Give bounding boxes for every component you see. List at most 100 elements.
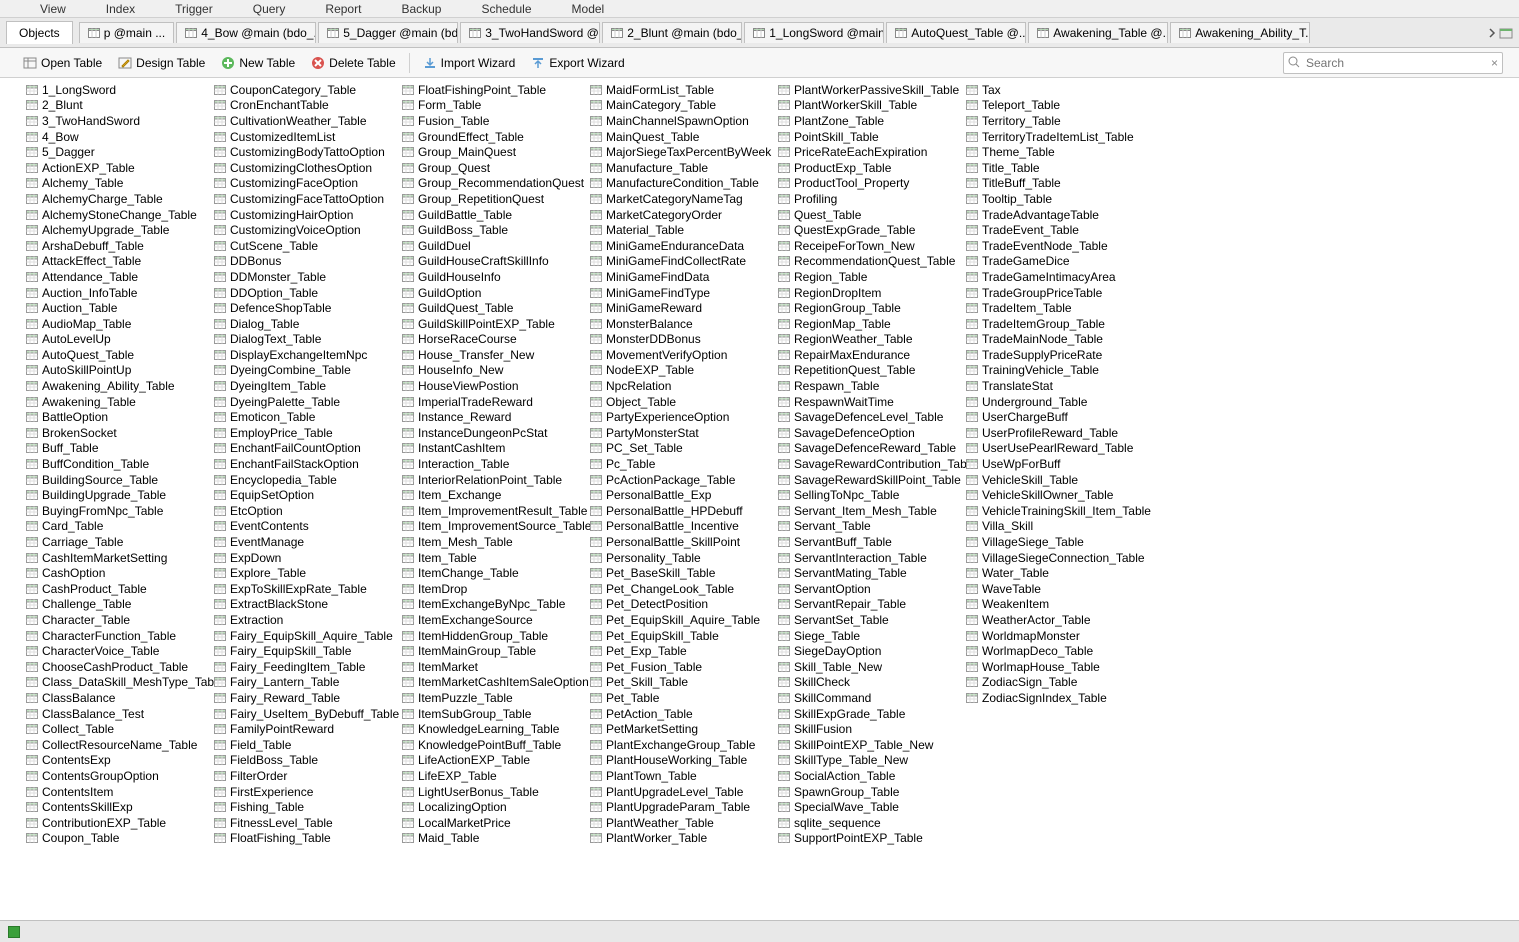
table-item[interactable]: CustomizingFaceOption [212,176,400,192]
table-item[interactable]: 2_Blunt [24,98,212,114]
table-item[interactable]: ContentsExp [24,753,212,769]
table-item[interactable]: TradeMainNode_Table [964,332,1152,348]
table-item[interactable]: ServantInteraction_Table [776,550,964,566]
table-item[interactable]: GuildHouseInfo [400,269,588,285]
table-item[interactable]: PersonalBattle_HPDebuff [588,503,776,519]
table-item[interactable]: CultivationWeather_Table [212,113,400,129]
table-item[interactable]: MainChannelSpawnOption [588,113,776,129]
table-item[interactable]: WorldmapMonster [964,628,1152,644]
table-item[interactable]: CollectResourceName_Table [24,737,212,753]
table-item[interactable]: QuestExpGrade_Table [776,222,964,238]
table-item[interactable]: TradeEventNode_Table [964,238,1152,254]
table-item[interactable]: PartyExperienceOption [588,409,776,425]
table-item[interactable]: Interaction_Table [400,456,588,472]
table-item[interactable]: Villa_Skill [964,519,1152,535]
table-item[interactable]: Object_Table [588,394,776,410]
table-item[interactable]: MonsterBalance [588,316,776,332]
table-item[interactable]: DyeingPalette_Table [212,394,400,410]
table-item[interactable]: GroundEffect_Table [400,129,588,145]
table-item[interactable]: Character_Table [24,612,212,628]
table-item[interactable]: AlchemyUpgrade_Table [24,222,212,238]
table-item[interactable]: LocalizingOption [400,799,588,815]
table-item[interactable]: KnowledgeLearning_Table [400,721,588,737]
table-item[interactable]: ItemHiddenGroup_Table [400,628,588,644]
table-item[interactable]: Pet_ChangeLook_Table [588,581,776,597]
table-item[interactable]: ProductExp_Table [776,160,964,176]
table-item[interactable]: BrokenSocket [24,425,212,441]
table-item[interactable]: PC_Set_Table [588,441,776,457]
table-item[interactable]: MarketCategoryNameTag [588,191,776,207]
table-item[interactable]: Buff_Table [24,441,212,457]
table-item[interactable]: CashItemMarketSetting [24,550,212,566]
table-item[interactable]: LifeEXP_Table [400,768,588,784]
table-item[interactable]: TradeGameDice [964,254,1152,270]
table-item[interactable]: RegionMap_Table [776,316,964,332]
table-item[interactable]: MiniGameReward [588,300,776,316]
table-item[interactable]: Encyclopedia_Table [212,472,400,488]
table-item[interactable]: Maid_Table [400,831,588,847]
tab-7[interactable]: Awakening_Table @... [1028,22,1168,43]
table-item[interactable]: GuildOption [400,285,588,301]
table-item[interactable]: GuildSkillPointEXP_Table [400,316,588,332]
table-item[interactable]: SavageDefenceLevel_Table [776,409,964,425]
table-item[interactable]: PlantExchangeGroup_Table [588,737,776,753]
table-item[interactable]: Auction_InfoTable [24,285,212,301]
table-item[interactable]: 1_LongSword [24,82,212,98]
table-item[interactable]: AlchemyStoneChange_Table [24,207,212,223]
table-item[interactable]: DisplayExchangeItemNpc [212,347,400,363]
table-item[interactable]: ItemSubGroup_Table [400,706,588,722]
table-item[interactable]: SavageRewardContribution_Table [776,456,964,472]
table-item[interactable]: ItemPuzzle_Table [400,690,588,706]
table-item[interactable]: Profiling [776,191,964,207]
table-item[interactable]: HouseInfo_New [400,363,588,379]
table-item[interactable]: ContentsSkillExp [24,799,212,815]
table-item[interactable]: MajorSiegeTaxPercentByWeek [588,144,776,160]
table-item[interactable]: VillageSiegeConnection_Table [964,550,1152,566]
table-item[interactable]: WorlmapHouse_Table [964,659,1152,675]
table-item[interactable]: NpcRelation [588,378,776,394]
table-item[interactable]: VehicleSkillOwner_Table [964,487,1152,503]
menu-trigger[interactable]: Trigger [167,2,221,15]
table-item[interactable]: FamilyPointReward [212,721,400,737]
table-item[interactable]: Respawn_Table [776,378,964,394]
table-item[interactable]: DDOption_Table [212,285,400,301]
tab-6[interactable]: AutoQuest_Table @... [886,22,1026,43]
table-item[interactable]: DDMonster_Table [212,269,400,285]
table-item[interactable]: PlantWorkerSkill_Table [776,98,964,114]
table-item[interactable]: EnchantFailStackOption [212,456,400,472]
table-item[interactable]: CharacterVoice_Table [24,643,212,659]
table-item[interactable]: SocialAction_Table [776,768,964,784]
table-item[interactable]: ClassBalance_Test [24,706,212,722]
table-item[interactable]: ServantRepair_Table [776,597,964,613]
table-item[interactable]: ServantOption [776,581,964,597]
table-item[interactable]: Servant_Item_Mesh_Table [776,503,964,519]
table-item[interactable]: LightUserBonus_Table [400,784,588,800]
search-input[interactable] [1283,52,1503,74]
tab-1[interactable]: 4_Bow @main (bdo_... [176,22,316,43]
table-item[interactable]: Collect_Table [24,721,212,737]
table-item[interactable]: Card_Table [24,519,212,535]
table-item[interactable]: MovementVerifyOption [588,347,776,363]
table-item[interactable]: Pet_EquipSkill_Table [588,628,776,644]
table-item[interactable]: TradeGameIntimacyArea [964,269,1152,285]
table-item[interactable]: CustomizingClothesOption [212,160,400,176]
table-item[interactable]: TradeGroupPriceTable [964,285,1152,301]
table-item[interactable]: ZodiacSign_Table [964,675,1152,691]
table-item[interactable]: Challenge_Table [24,597,212,613]
table-item[interactable]: ReceipeForTown_New [776,238,964,254]
table-item[interactable]: DyeingCombine_Table [212,363,400,379]
design-table-button[interactable]: Design Table [111,52,212,74]
table-item[interactable]: CustomizingBodyTattoOption [212,144,400,160]
table-item[interactable]: SavageRewardSkillPoint_Table [776,472,964,488]
table-item[interactable]: Fishing_Table [212,799,400,815]
table-item[interactable]: RecommendationQuest_Table [776,254,964,270]
table-item[interactable]: Water_Table [964,565,1152,581]
table-item[interactable]: TradeItem_Table [964,300,1152,316]
table-item[interactable]: 4_Bow [24,129,212,145]
table-item[interactable]: Fairy_Reward_Table [212,690,400,706]
table-item[interactable]: Group_Quest [400,160,588,176]
table-item[interactable]: PlantWeather_Table [588,815,776,831]
table-item[interactable]: SupportPointEXP_Table [776,831,964,847]
table-item[interactable]: SkillCheck [776,675,964,691]
table-item[interactable]: TrainingVehicle_Table [964,363,1152,379]
